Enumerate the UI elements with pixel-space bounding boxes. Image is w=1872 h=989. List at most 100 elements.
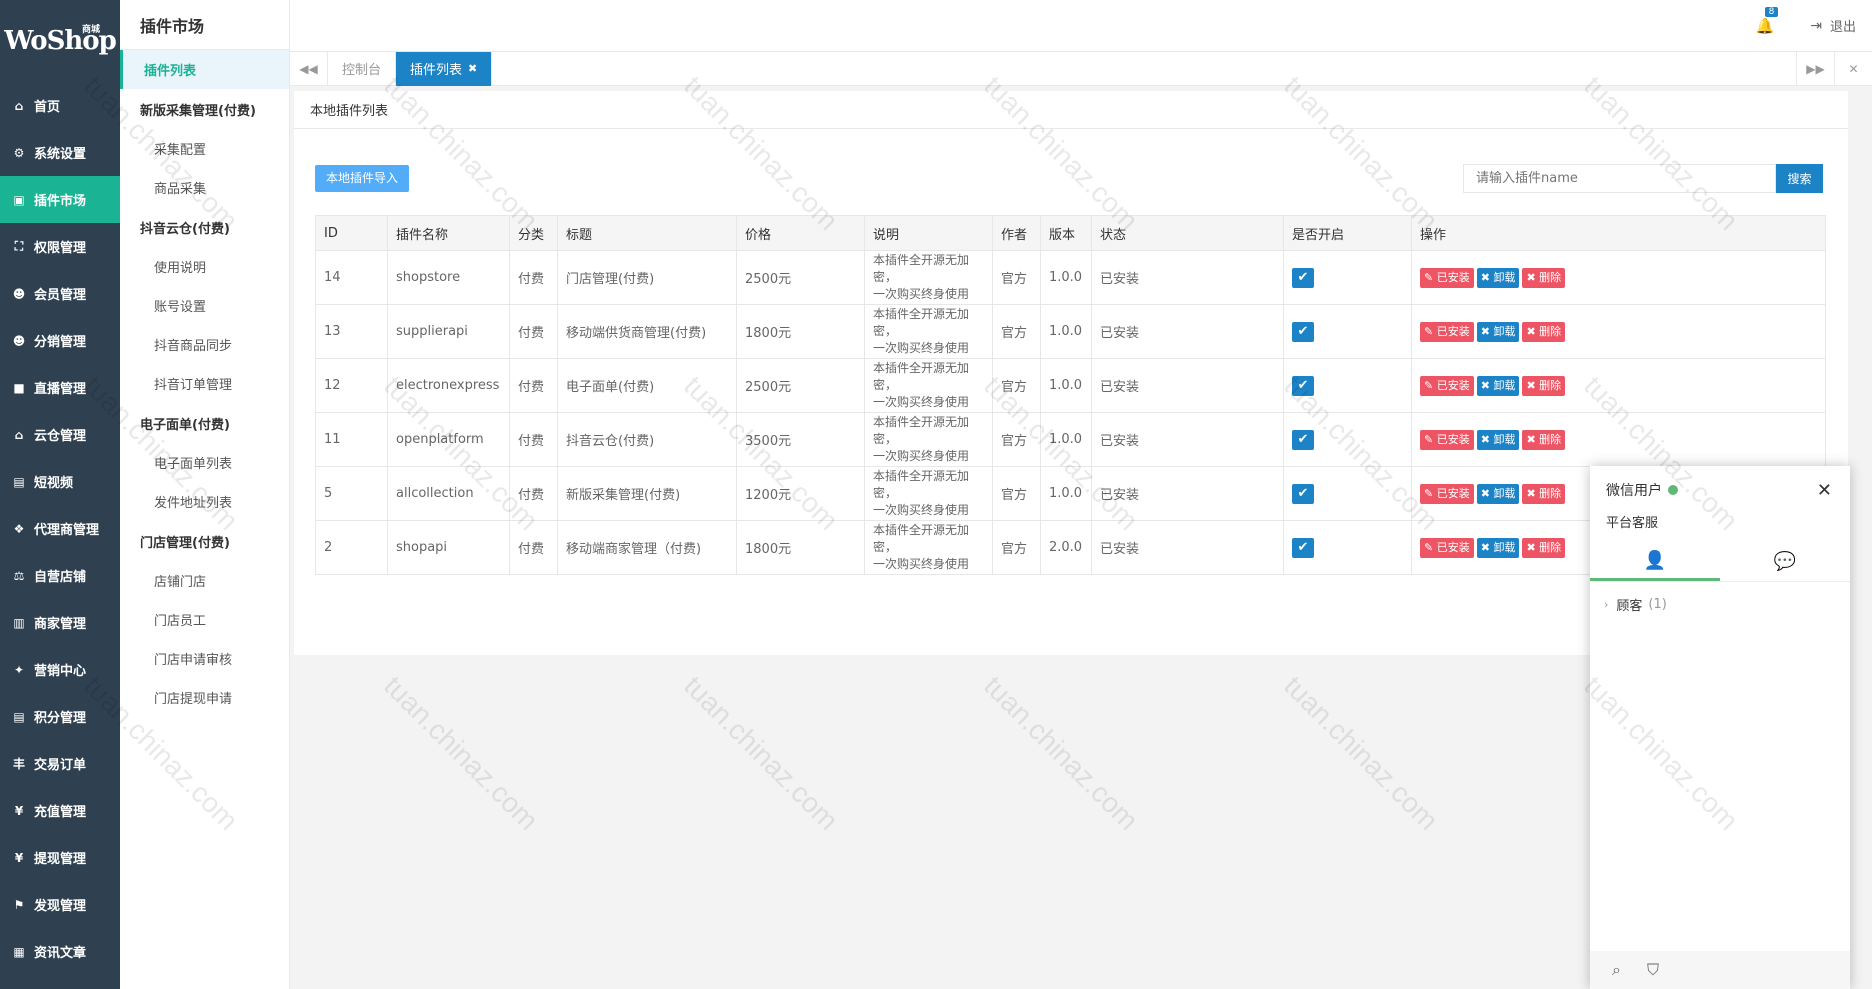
uninstall-button[interactable]: ✖ 卸载 [1476, 321, 1520, 342]
nav-item-8[interactable]: ▤ 短视频 [0, 458, 120, 505]
double-right-icon: ▶▶ [1806, 61, 1825, 76]
installed-button[interactable]: ✎ 已安装 [1420, 267, 1474, 288]
cell-actions: ✎ 已安装 ✖ 卸载 ✖ 删除 [1411, 250, 1826, 305]
cell-actions: ✎ 已安装 ✖ 卸载 ✖ 删除 [1411, 358, 1826, 413]
enabled-checkbox[interactable]: ✔ [1292, 267, 1314, 288]
cell-title: 移动端供货商管理(付费) [557, 304, 737, 359]
nav-item-16[interactable]: ¥ 提现管理 [0, 834, 120, 881]
tabs-scroll-left[interactable]: ◀◀ [290, 51, 328, 86]
tabs-scroll-right[interactable]: ▶▶ [1796, 51, 1834, 86]
skin-icon[interactable]: ⛉ [1647, 960, 1659, 980]
uninstall-button[interactable]: ✖ 卸载 [1476, 429, 1520, 450]
submenu-item[interactable]: 门店员工 [120, 600, 289, 639]
submenu-item[interactable]: 电子面单列表 [120, 443, 289, 482]
submenu-item[interactable]: 门店申请审核 [120, 639, 289, 678]
cell-cat: 付费 [509, 466, 558, 521]
chat-footer: ⌕ ⛉ [1590, 951, 1850, 989]
uninstall-button[interactable]: ✖ 卸载 [1476, 483, 1520, 504]
logo[interactable]: WoShop 商城 [0, 0, 120, 82]
submenu-item[interactable]: 抖音订单管理 [120, 364, 289, 403]
enabled-checkbox[interactable]: ✔ [1292, 321, 1314, 342]
submenu-item[interactable]: 商品采集 [120, 168, 289, 207]
notification-button[interactable]: 🔔 8 [1756, 6, 1779, 35]
installed-button[interactable]: ✎ 已安装 [1420, 429, 1474, 450]
nav-item-17[interactable]: ⚑ 发现管理 [0, 881, 120, 928]
cell-desc: 本插件全开源无加密， 一次购买终身使用 [864, 358, 993, 413]
column-header: 价格 [736, 215, 865, 251]
submenu-item[interactable]: 账号设置 [120, 286, 289, 325]
submenu-item[interactable]: 发件地址列表 [120, 482, 289, 521]
search-icon[interactable]: ⌕ [1612, 960, 1621, 980]
delete-button[interactable]: ✖ 删除 [1522, 483, 1566, 504]
nav-item-14[interactable]: 丰交易订单 [0, 740, 120, 787]
nav-item-3[interactable]: ⛶ 权限管理 [0, 223, 120, 270]
nav-item-label: 云仓管理 [34, 429, 87, 444]
notification-badge: 8 [1764, 6, 1779, 17]
nav-item-5[interactable]: ☻ 分销管理 [0, 317, 120, 364]
chat-tab-history[interactable]: 💬 [1720, 542, 1850, 581]
tab-plugin-list[interactable]: 插件列表 ✖ [396, 51, 493, 86]
watermark: tuan.chinaz.com [678, 670, 845, 837]
submenu-group-title[interactable]: 抖音云仓(付费) [120, 207, 289, 247]
nav-item-18[interactable]: ▦ 资讯文章 [0, 928, 120, 975]
nav-item-7[interactable]: ⌂ 云仓管理 [0, 411, 120, 458]
import-plugin-button[interactable]: 本地插件导入 [315, 165, 410, 192]
nav-item-6[interactable]: ■ 直播管理 [0, 364, 120, 411]
submenu-item[interactable]: 抖音商品同步 [120, 325, 289, 364]
enabled-checkbox[interactable]: ✔ [1292, 375, 1314, 396]
submenu-group-title[interactable]: 新版采集管理(付费) [120, 89, 289, 129]
enabled-checkbox[interactable]: ✔ [1292, 483, 1314, 504]
submenu-group-title[interactable]: 门店管理(付费) [120, 521, 289, 561]
delete-button[interactable]: ✖ 删除 [1522, 321, 1566, 342]
uninstall-button[interactable]: ✖ 卸载 [1476, 267, 1520, 288]
submenu-item[interactable]: 店铺门店 [120, 561, 289, 600]
search-button[interactable]: 搜索 [1776, 164, 1823, 193]
cell-id: 11 [315, 412, 388, 467]
watermark: tuan.chinaz.com [378, 670, 545, 837]
delete-button[interactable]: ✖ 删除 [1522, 537, 1566, 558]
enabled-checkbox[interactable]: ✔ [1292, 429, 1314, 450]
nav-item-4[interactable]: ☻ 会员管理 [0, 270, 120, 317]
installed-button[interactable]: ✎ 已安装 [1420, 483, 1474, 504]
nav-item-11[interactable]: ▥ 商家管理 [0, 599, 120, 646]
cell-cat: 付费 [509, 520, 558, 575]
installed-button[interactable]: ✎ 已安装 [1420, 321, 1474, 342]
tabs-close-all[interactable]: ✕ [1834, 51, 1872, 86]
installed-button[interactable]: ✎ 已安装 [1420, 375, 1474, 396]
submenu-item[interactable]: 门店提现申请 [120, 678, 289, 717]
enabled-checkbox[interactable]: ✔ [1292, 537, 1314, 558]
nav-item-15[interactable]: ¥ 充值管理 [0, 787, 120, 834]
chat-close-button[interactable]: ✕ [1817, 480, 1832, 501]
nav-item-10[interactable]: ⚖ 自营店铺 [0, 552, 120, 599]
submenu-group-title[interactable]: 电子面单(付费) [120, 403, 289, 443]
submenu-item[interactable]: 使用说明 [120, 247, 289, 286]
cell-id: 2 [315, 520, 388, 575]
chat-tab-contacts[interactable]: 👤 [1590, 542, 1720, 581]
nav-item-9[interactable]: ❖ 代理商管理 [0, 505, 120, 552]
nav-item-0[interactable]: ⌂ 首页 [0, 82, 120, 129]
tab-console[interactable]: 控制台 [328, 51, 397, 86]
pencil-icon: ✎ [1424, 378, 1437, 392]
nav-item-13[interactable]: ▤ 积分管理 [0, 693, 120, 740]
top-bar: 🔔 8 ⇥ 退出 [290, 0, 1872, 52]
submenu-item-plugin-list[interactable]: 插件列表 [120, 50, 289, 89]
x-icon: ✖ [1480, 486, 1494, 500]
cell-author: 官方 [992, 412, 1041, 467]
submenu-item[interactable]: 采集配置 [120, 129, 289, 168]
plugin-search-input[interactable] [1463, 164, 1776, 193]
cell-status: 已安装 [1091, 304, 1284, 359]
delete-button[interactable]: ✖ 删除 [1522, 267, 1566, 288]
nav-item-1[interactable]: ⚙ 系统设置 [0, 129, 120, 176]
delete-button[interactable]: ✖ 删除 [1522, 429, 1566, 450]
delete-button[interactable]: ✖ 删除 [1522, 375, 1566, 396]
chat-header: 微信用户 平台客服 ✕ [1590, 466, 1850, 542]
installed-button[interactable]: ✎ 已安装 [1420, 537, 1474, 558]
cell-version: 1.0.0 [1040, 304, 1092, 359]
close-tab-icon[interactable]: ✖ [468, 62, 477, 75]
nav-item-12[interactable]: ✦ 营销中心 [0, 646, 120, 693]
logout-button[interactable]: ⇥ 退出 [1810, 16, 1856, 36]
chat-group-customers[interactable]: › 顾客 (1) [1590, 582, 1850, 626]
nav-item-2[interactable]: ▣ 插件市场 [0, 176, 120, 223]
uninstall-button[interactable]: ✖ 卸载 [1476, 537, 1520, 558]
uninstall-button[interactable]: ✖ 卸载 [1476, 375, 1520, 396]
